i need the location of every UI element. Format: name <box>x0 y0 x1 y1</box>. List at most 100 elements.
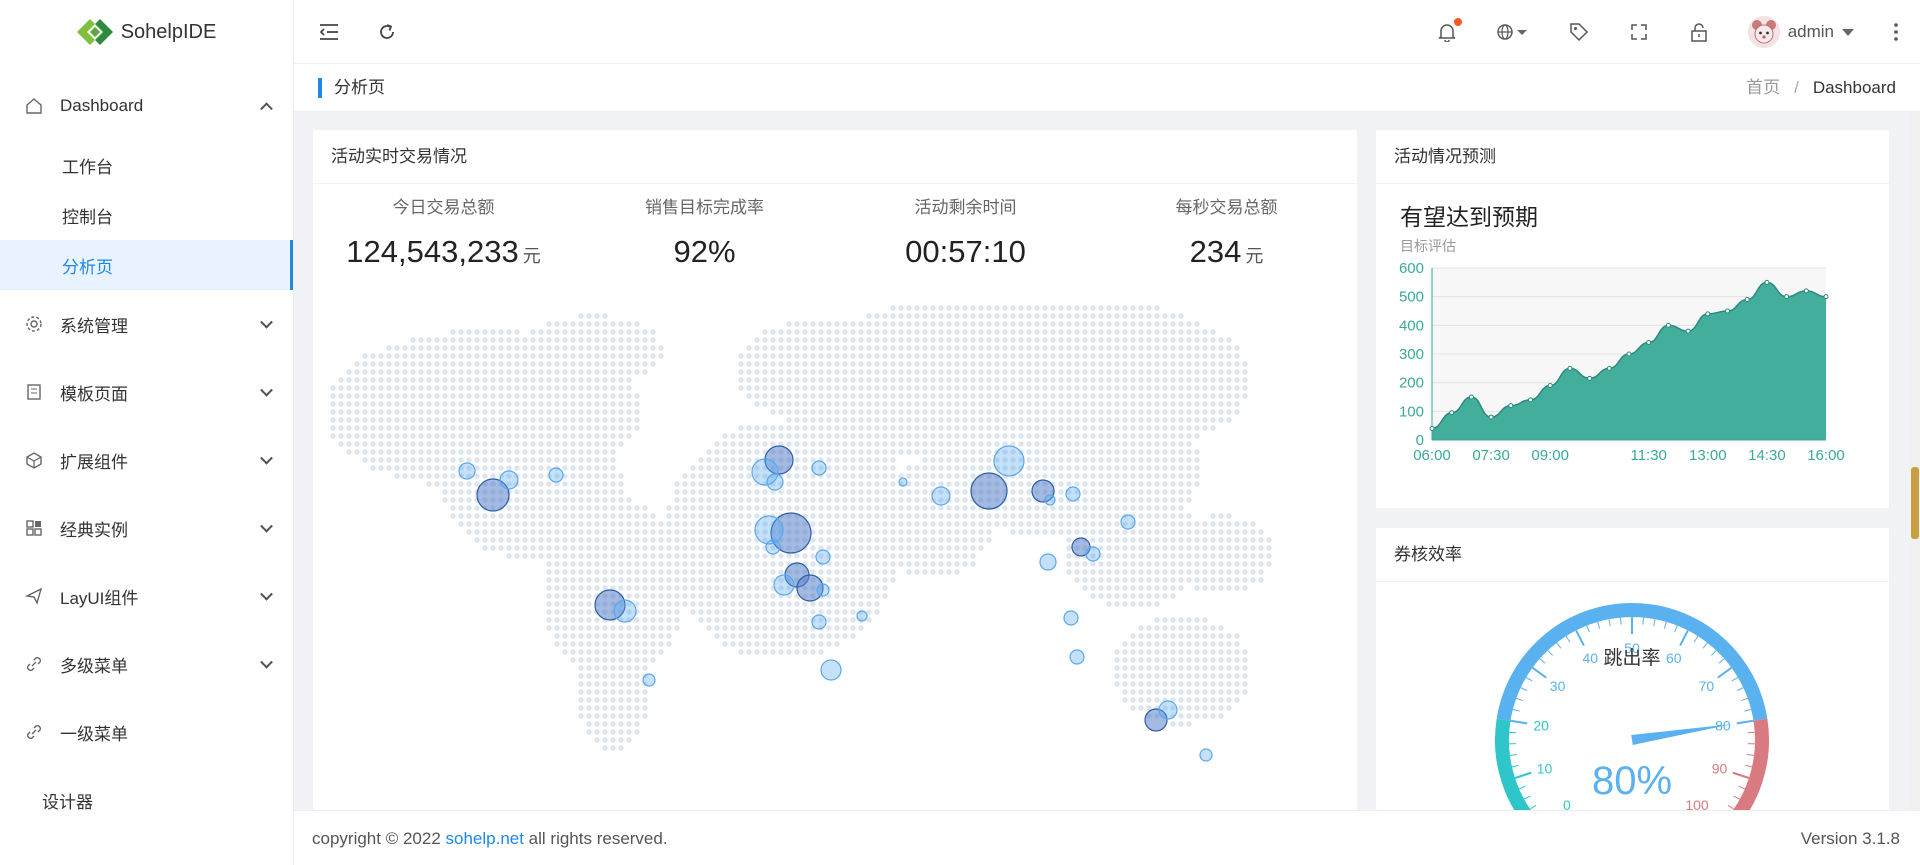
map-dot <box>594 569 600 575</box>
map-dot <box>450 465 456 471</box>
map-dot <box>1130 705 1136 711</box>
map-dot <box>666 569 672 575</box>
menu-fold-icon[interactable] <box>318 21 340 43</box>
map-dot <box>1098 313 1104 319</box>
map-dot <box>586 401 592 407</box>
sidebar-item-layui[interactable]: LayUI组件 <box>0 562 293 630</box>
globe-icon[interactable] <box>1496 21 1530 43</box>
map-dot <box>730 481 736 487</box>
gauge-tick <box>1711 649 1717 656</box>
map-dot <box>626 689 632 695</box>
map-dot <box>1122 329 1128 335</box>
map-dot <box>1042 337 1048 343</box>
map-dot <box>482 513 488 519</box>
sidebar-item-examples[interactable]: 经典实例 <box>0 494 293 562</box>
sidebar-item-level1[interactable]: 一级菜单 <box>0 698 293 766</box>
map-dot <box>874 601 880 607</box>
map-dot <box>594 561 600 567</box>
sidebar-item-system[interactable]: 系统管理 <box>0 290 293 358</box>
map-dot <box>794 649 800 655</box>
copyright-link[interactable]: sohelp.net <box>446 829 524 848</box>
map-dot <box>634 705 640 711</box>
map-dot <box>386 369 392 375</box>
sidebar-item-extensions[interactable]: 扩展组件 <box>0 426 293 494</box>
map-dot <box>874 345 880 351</box>
map-dot <box>626 657 632 663</box>
map-dot <box>682 497 688 503</box>
map-dot <box>994 369 1000 375</box>
map-dot <box>1082 377 1088 383</box>
sidebar-subitem-analysis[interactable]: 分析页 <box>0 240 293 290</box>
bell-icon[interactable] <box>1436 18 1462 43</box>
sidebar-subitem-console[interactable]: 控制台 <box>0 190 293 240</box>
map-dot <box>570 345 576 351</box>
map-dot <box>834 409 840 415</box>
map-dot <box>706 609 712 615</box>
map-dot <box>1186 697 1192 703</box>
map-dot <box>922 377 928 383</box>
map-dot <box>594 401 600 407</box>
sidebar-item-templates[interactable]: 模板页面 <box>0 358 293 426</box>
map-dot <box>874 465 880 471</box>
sidebar-subitem-workbench[interactable]: 工作台 <box>0 140 293 190</box>
map-dot <box>1154 329 1160 335</box>
refresh-icon[interactable] <box>376 21 398 43</box>
map-dot <box>562 521 568 527</box>
scrollbar-thumb[interactable] <box>1911 467 1919 539</box>
more-icon[interactable] <box>1892 21 1900 43</box>
sidebar-item-designer[interactable]: 设计器 <box>0 766 293 834</box>
map-dot <box>578 697 584 703</box>
map-dot <box>858 337 864 343</box>
map-dot <box>1194 353 1200 359</box>
map-dot <box>530 433 536 439</box>
map-dot <box>946 465 952 471</box>
map-dot <box>850 337 856 343</box>
map-dot <box>786 377 792 383</box>
map-dot <box>938 561 944 567</box>
map-dot <box>1162 513 1168 519</box>
map-dot <box>1122 673 1128 679</box>
gear-icon <box>24 314 44 334</box>
map-dot <box>610 417 616 423</box>
user-menu[interactable]: admin <box>1747 16 1854 48</box>
map-dot <box>1042 417 1048 423</box>
fullscreen-icon[interactable] <box>1628 21 1650 43</box>
map-dot <box>1034 329 1040 335</box>
map-dot <box>706 489 712 495</box>
map-dot <box>442 377 448 383</box>
map-dot <box>1050 425 1056 431</box>
map-dot <box>762 385 768 391</box>
map-dot <box>474 521 480 527</box>
sidebar-item-multilevel[interactable]: 多级菜单 <box>0 630 293 698</box>
map-dot <box>1042 473 1048 479</box>
map-dot <box>618 345 624 351</box>
breadcrumb-home[interactable]: 首页 <box>1746 78 1780 97</box>
map-dot <box>450 449 456 455</box>
map-dot <box>1106 345 1112 351</box>
sidebar-item-dashboard[interactable]: Dashboard <box>0 72 293 140</box>
map-dot <box>914 393 920 399</box>
map-dot <box>826 329 832 335</box>
map-dot <box>882 425 888 431</box>
map-dot <box>1218 417 1224 423</box>
lock-icon[interactable] <box>1688 21 1710 43</box>
map-dot <box>650 529 656 535</box>
map-dot <box>586 345 592 351</box>
page-scrollbar[interactable] <box>1910 112 1920 810</box>
map-dot <box>578 361 584 367</box>
map-dot <box>722 601 728 607</box>
map-dot <box>330 417 336 423</box>
map-dot <box>738 513 744 519</box>
map-dot <box>850 377 856 383</box>
tag-icon[interactable] <box>1568 21 1590 43</box>
map-dot <box>978 529 984 535</box>
map-dot <box>554 377 560 383</box>
map-dot <box>698 609 704 615</box>
map-dot <box>578 321 584 327</box>
map-dot <box>986 513 992 519</box>
map-dot <box>898 337 904 343</box>
app-logo[interactable]: SohelpIDE <box>0 0 293 64</box>
map-dot <box>906 377 912 383</box>
map-dot <box>362 369 368 375</box>
map-dot <box>1010 321 1016 327</box>
